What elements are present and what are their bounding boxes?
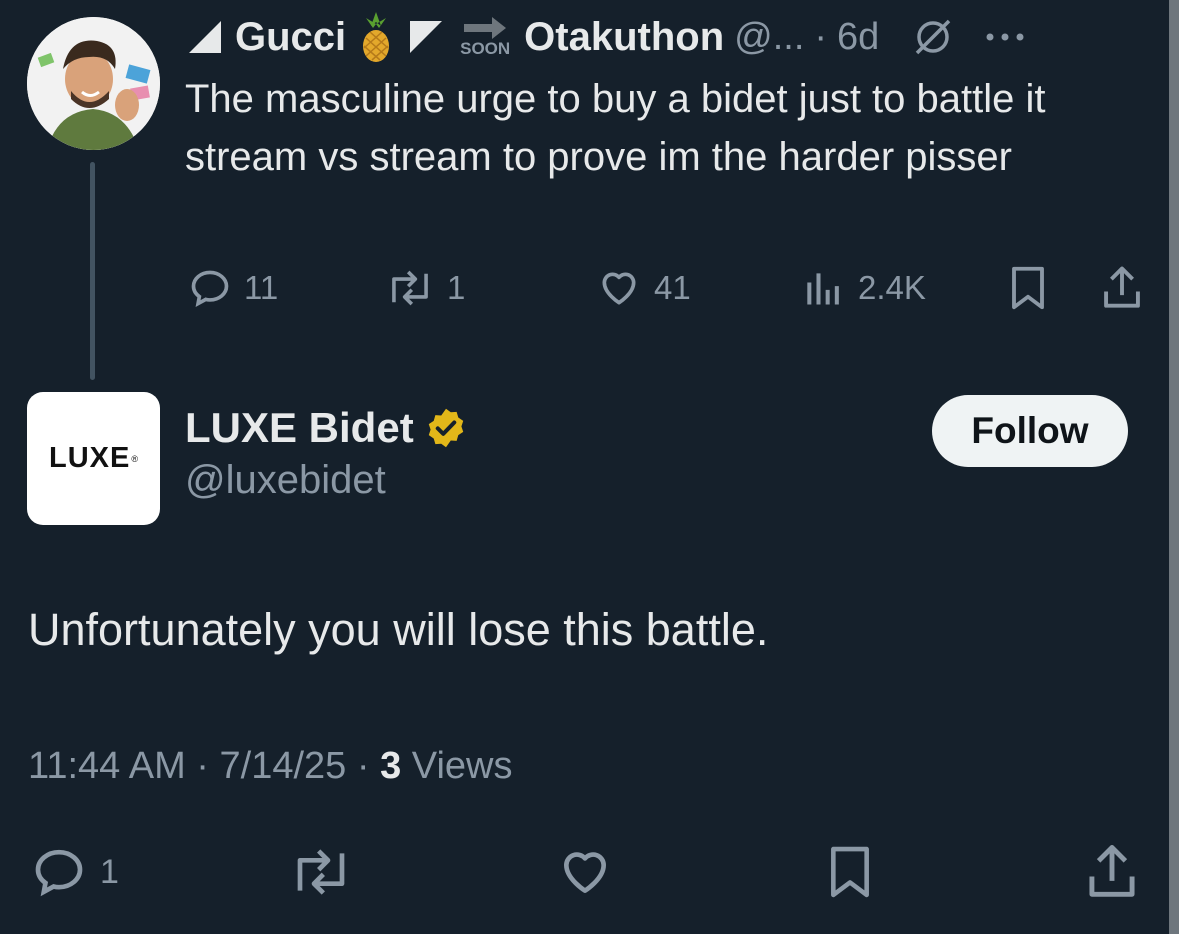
- meta-separator: ·: [185, 745, 220, 787]
- parent-author-row[interactable]: Gucci SOON Otakuthon @... · 6d: [185, 8, 1027, 66]
- luxe-avatar[interactable]: LUXE ®: [27, 392, 160, 525]
- parent-tweet-text: The masculine urge to buy a bidet just t…: [185, 77, 1046, 179]
- views-number: 3: [380, 745, 402, 787]
- bookmark-icon: [1012, 266, 1044, 310]
- repost-button[interactable]: 1: [385, 258, 465, 318]
- share-icon: [1089, 845, 1135, 897]
- reply-tweet-text: Unfortunately you will lose this battle.: [28, 604, 769, 655]
- grok-icon[interactable]: [911, 15, 955, 59]
- parent-separator: ·: [814, 15, 828, 58]
- more-options-icon[interactable]: [983, 27, 1027, 47]
- reply-icon: [35, 849, 83, 897]
- views-label: Views: [401, 745, 513, 787]
- parent-display-name-part1: Gucci: [235, 14, 347, 59]
- repost-icon: [392, 270, 428, 306]
- heart-icon: [602, 272, 636, 305]
- reply-icon: [191, 270, 229, 308]
- follow-button[interactable]: Follow: [932, 395, 1128, 467]
- heart-icon: [564, 852, 606, 893]
- tweet-time[interactable]: 11:44 AM: [28, 745, 186, 788]
- like-button[interactable]: 41: [596, 258, 691, 318]
- triangle-flag-icon-2: [410, 21, 443, 53]
- luxe-logo-text: LUXE: [49, 442, 131, 474]
- tweet-date[interactable]: 7/14/25: [220, 745, 347, 788]
- verified-badge-icon: [428, 408, 463, 448]
- reply-tweet-reply-count: 1: [100, 852, 119, 891]
- reply-tweet-reply-button[interactable]: 1: [30, 840, 119, 904]
- meta-separator-2: ·: [346, 745, 381, 787]
- reply-handle[interactable]: @luxebidet: [185, 458, 386, 503]
- triangle-flag-icon: [189, 21, 221, 53]
- views-chart-icon: [807, 273, 839, 305]
- reply-count: 11: [244, 269, 279, 306]
- reply-tweet-repost-button[interactable]: [288, 840, 354, 904]
- reply-button[interactable]: 11: [188, 258, 278, 318]
- repost-icon: [297, 849, 345, 895]
- reply-author-row[interactable]: LUXE Bidet: [185, 404, 468, 452]
- repost-count: 1: [447, 269, 466, 306]
- share-icon: [1104, 266, 1140, 308]
- parent-handle: @...: [734, 15, 805, 58]
- like-count: 41: [654, 269, 691, 306]
- reply-tweet-bookmark-button[interactable]: [825, 840, 875, 904]
- pineapple-emoji-icon: [363, 12, 390, 62]
- views-button[interactable]: 2.4K: [802, 258, 926, 318]
- reply-tweet-like-button[interactable]: [555, 840, 615, 904]
- tweet-meta: 11:44 AM · 7/14/25 · 3 Views: [28, 745, 512, 788]
- share-button[interactable]: [1100, 258, 1144, 318]
- parent-time[interactable]: 6d: [837, 16, 879, 59]
- luxe-registered-mark: ®: [131, 453, 138, 464]
- reply-display-name: LUXE Bidet: [185, 404, 414, 451]
- bookmark-icon: [831, 846, 869, 898]
- soon-arrow-icon: SOON: [456, 15, 514, 59]
- parent-display-name-part2: Otakuthon: [524, 14, 725, 59]
- scrollbar[interactable]: [1169, 0, 1179, 934]
- bookmark-button[interactable]: [1007, 258, 1049, 318]
- views-count: 2.4K: [858, 269, 926, 306]
- thread-line: [90, 162, 95, 380]
- reply-tweet-share-button[interactable]: [1084, 840, 1140, 904]
- avatar[interactable]: [27, 17, 160, 150]
